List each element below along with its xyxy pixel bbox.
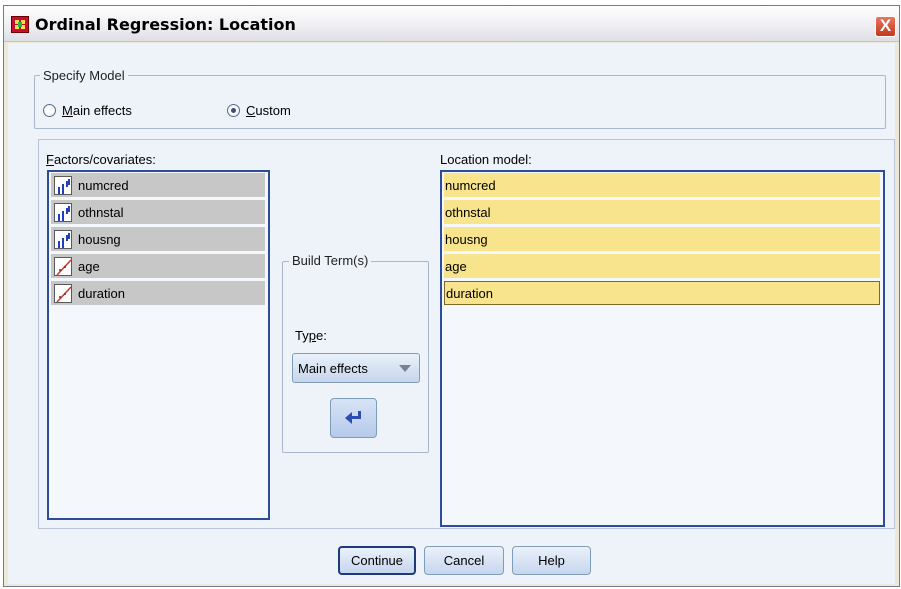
custom-radio[interactable]: Custom — [227, 103, 291, 118]
factors-covariates-label: Factors/covariates: — [46, 152, 156, 167]
variable-label: numcred — [78, 177, 129, 193]
ordinal-icon — [54, 229, 72, 249]
scale-icon — [54, 256, 72, 276]
list-item-duration[interactable]: duration — [444, 281, 880, 305]
list-item-numcred[interactable]: numcred — [51, 173, 265, 197]
cancel-button[interactable]: Cancel — [424, 546, 504, 575]
specify-model-group — [34, 75, 886, 129]
type-label: Type: — [295, 328, 327, 343]
radio-button-icon — [43, 104, 56, 117]
build-terms-legend: Build Term(s) — [289, 253, 372, 268]
factors-covariates-list[interactable]: numcred othnstal housng age duration — [47, 170, 270, 520]
variable-label: duration — [78, 285, 125, 301]
variable-label: othnstal — [78, 204, 124, 220]
list-item-duration[interactable]: duration — [51, 281, 265, 305]
help-button[interactable]: Help — [512, 546, 591, 575]
scale-icon — [54, 283, 72, 303]
chevron-down-icon — [399, 365, 411, 372]
close-icon: X — [879, 16, 892, 35]
variable-label: age — [78, 258, 100, 274]
ordinal-icon — [54, 175, 72, 195]
ordinal-icon — [54, 202, 72, 222]
radio-button-selected-icon — [227, 104, 240, 117]
variable-label: housng — [78, 231, 121, 247]
dialog-window: Ordinal Regression: Location X Specify M… — [3, 5, 900, 587]
list-item-housng[interactable]: housng — [444, 227, 880, 251]
location-model-list[interactable]: numcred othnstal housng age duration — [440, 170, 885, 527]
term-type-dropdown[interactable]: Main effects — [292, 353, 420, 383]
dialog-body: Specify Model Main effects Custom Factor… — [8, 43, 895, 584]
move-term-button[interactable] — [330, 398, 377, 438]
location-model-label: Location model: — [440, 152, 532, 167]
spss-app-icon — [11, 16, 29, 33]
main-effects-label: Main effects — [62, 103, 132, 118]
arrow-left-icon — [345, 411, 361, 424]
list-item-numcred[interactable]: numcred — [444, 173, 880, 197]
continue-button[interactable]: Continue — [338, 546, 416, 575]
dropdown-value: Main effects — [298, 360, 368, 376]
list-item-othnstal[interactable]: othnstal — [51, 200, 265, 224]
window-title: Ordinal Regression: Location — [35, 15, 296, 34]
specify-model-legend: Specify Model — [40, 68, 128, 83]
close-button[interactable]: X — [875, 16, 896, 37]
list-item-housng[interactable]: housng — [51, 227, 265, 251]
list-item-age[interactable]: age — [51, 254, 265, 278]
list-item-age[interactable]: age — [444, 254, 880, 278]
list-item-othnstal[interactable]: othnstal — [444, 200, 880, 224]
main-effects-radio[interactable]: Main effects — [43, 103, 132, 118]
custom-label: Custom — [246, 103, 291, 118]
title-bar[interactable]: Ordinal Regression: Location X — [4, 6, 899, 42]
